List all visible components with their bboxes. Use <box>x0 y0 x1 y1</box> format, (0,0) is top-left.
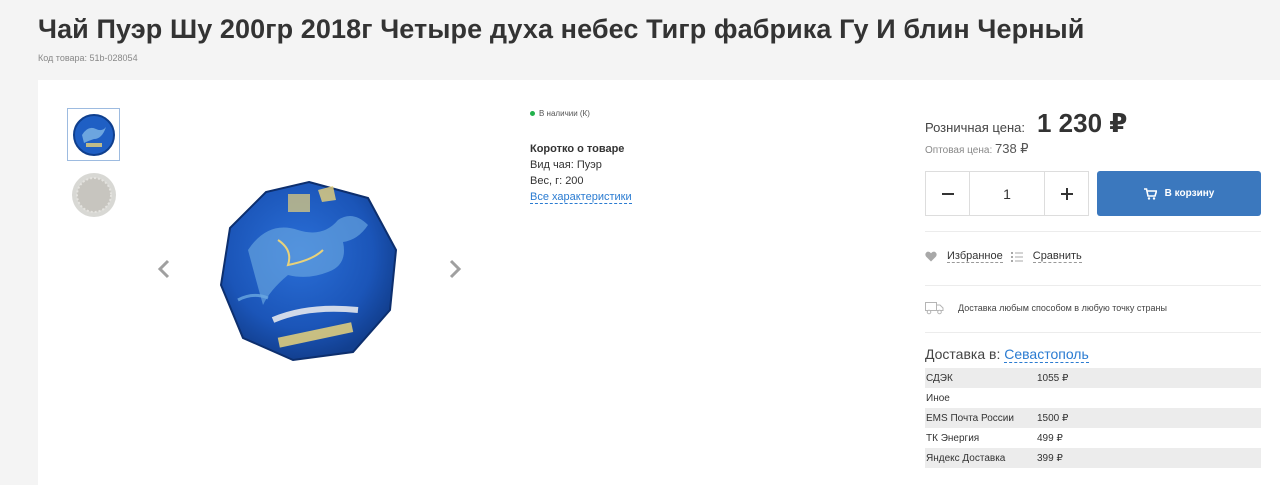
delivery-option-name: Иное <box>926 392 950 404</box>
add-to-favorites-link[interactable]: Избранное <box>947 250 1003 263</box>
cart-icon <box>1143 187 1157 200</box>
delivery-truck-icon <box>925 302 944 315</box>
brief-section-title: Коротко о товаре <box>530 143 625 155</box>
next-image-arrow[interactable] <box>445 259 465 279</box>
add-to-cart-button[interactable]: В корзину <box>1097 171 1261 216</box>
delivery-option-price: 399 ₽ <box>1037 452 1063 464</box>
delivery-option-price: 1500 ₽ <box>1037 412 1069 424</box>
divider <box>925 231 1261 232</box>
tea-type-attribute: Вид чая: Пуэр <box>530 159 602 171</box>
delivery-option-name: ТК Энергия <box>926 432 980 444</box>
compare-link[interactable]: Сравнить <box>1032 250 1082 263</box>
page-header: Чай Пуэр Шу 200гр 2018г Четыре духа небе… <box>0 0 1280 78</box>
delivery-option-name: СДЭК <box>926 372 953 384</box>
product-code: Код товара: 51b-028054 <box>38 53 138 63</box>
chevron-left-icon <box>157 259 170 279</box>
plus-icon <box>1060 187 1073 200</box>
delivery-to-label: Доставка в: <box>925 346 1001 362</box>
table-row: Яндекс Доставка 399 ₽ <box>925 448 1261 468</box>
product-card: В наличии (К) Коротко о товаре Вид чая: … <box>38 80 1280 485</box>
delivery-info-text: Доставка любым способом в любую точку ст… <box>958 303 1167 313</box>
retail-price-value: 1 230 ₽ <box>1036 108 1128 138</box>
delivery-city-row: Доставка в: Севастополь <box>925 346 1089 363</box>
thumbnail-1[interactable] <box>67 108 120 161</box>
delivery-info: Доставка любым способом в любую точку ст… <box>925 301 1167 315</box>
all-characteristics-link[interactable]: Все характеристики <box>530 191 632 204</box>
stock-status: В наличии (К) <box>530 109 590 118</box>
delivery-option-price: 1055 ₽ <box>1037 372 1069 384</box>
divider <box>925 332 1261 333</box>
add-to-cart-label: В корзину <box>1164 188 1215 199</box>
tea-cake-back-thumbnail-image <box>71 172 116 217</box>
quantity-stepper <box>925 171 1089 216</box>
retail-price-label: Розничная цена: <box>925 120 1025 135</box>
wholesale-price-value: 738 ₽ <box>995 141 1029 156</box>
table-row: Иное <box>925 388 1261 408</box>
tea-cake-thumbnail-image <box>72 113 115 156</box>
thumbnail-2[interactable] <box>67 168 120 221</box>
favorite-compare-row: Избранное Сравнить <box>925 250 1082 263</box>
compare-list-icon[interactable] <box>1010 251 1023 262</box>
heart-icon[interactable] <box>925 251 937 262</box>
chevron-right-icon <box>449 259 462 279</box>
table-row: СДЭК 1055 ₽ <box>925 368 1261 388</box>
divider <box>925 285 1261 286</box>
in-stock-dot-icon <box>530 111 535 116</box>
minus-icon <box>941 192 954 195</box>
stock-status-label: В наличии (К) <box>539 109 590 118</box>
page-title: Чай Пуэр Шу 200гр 2018г Четыре духа небе… <box>38 14 1085 44</box>
product-main-image[interactable] <box>218 180 400 362</box>
delivery-option-price: 499 ₽ <box>1037 432 1063 444</box>
quantity-increase-button[interactable] <box>1044 172 1088 215</box>
retail-price-row: Розничная цена: 1 230 ₽ <box>925 108 1127 139</box>
wholesale-price-label: Оптовая цена: <box>925 145 993 156</box>
table-row: ТК Энергия 499 ₽ <box>925 428 1261 448</box>
delivery-city-link[interactable]: Севастополь <box>1004 346 1089 363</box>
weight-attribute: Вес, г: 200 <box>530 175 584 187</box>
quantity-input[interactable] <box>970 172 1044 215</box>
wholesale-price-row: Оптовая цена: 738 ₽ <box>925 141 1029 157</box>
quantity-decrease-button[interactable] <box>926 172 970 215</box>
delivery-options-table: СДЭК 1055 ₽ Иное EMS Почта России 1500 ₽… <box>925 368 1261 468</box>
delivery-option-name: Яндекс Доставка <box>926 452 1006 464</box>
delivery-option-name: EMS Почта России <box>926 412 1014 424</box>
previous-image-arrow[interactable] <box>154 259 174 279</box>
table-row: EMS Почта России 1500 ₽ <box>925 408 1261 428</box>
